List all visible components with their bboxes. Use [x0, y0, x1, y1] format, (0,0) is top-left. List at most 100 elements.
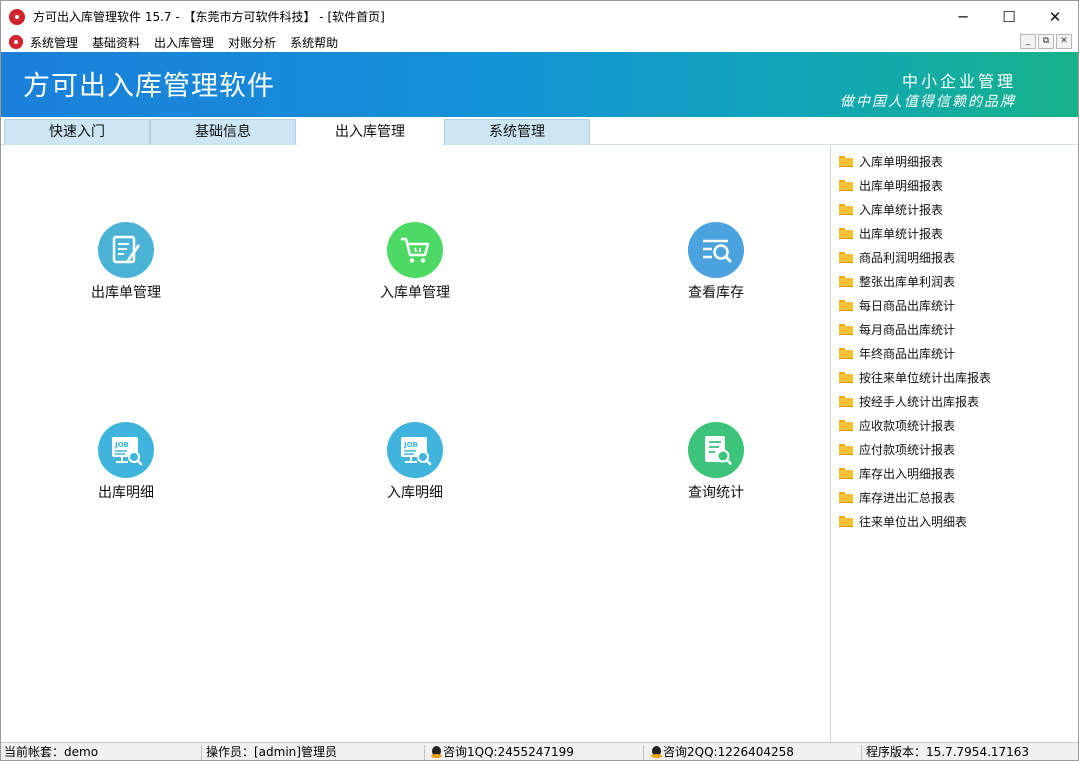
mdi-close-button[interactable]: ✕	[1056, 34, 1072, 49]
query-statistics-button[interactable]: 查询统计	[641, 422, 791, 502]
folder-icon	[839, 251, 853, 263]
report-item-label: 应收款项统计报表	[859, 418, 956, 433]
report-item-label: 每日商品出库统计	[859, 298, 956, 313]
status-qq1-label: 咨询1QQ:2455247199	[443, 745, 574, 759]
report-list-panel: 入库单明细报表 出库单明细报表 入库单统计报表 出库单统计报表 商品利润明细报表…	[830, 146, 1078, 742]
report-item[interactable]: 出库单明细报表	[839, 175, 943, 195]
folder-icon	[839, 203, 853, 215]
outbound-details-button[interactable]: JOB 出库明细	[51, 422, 201, 502]
banner-title: 方可出入库管理软件	[23, 71, 275, 102]
svg-text:JOB: JOB	[403, 441, 418, 449]
report-item[interactable]: 库存出入明细报表	[839, 463, 955, 483]
status-qq2-label: 咨询2QQ:1226404258	[663, 745, 794, 759]
status-account: 当前帐套：demo	[4, 745, 99, 759]
folder-icon	[839, 515, 853, 527]
qq-penguin-icon	[651, 746, 662, 759]
banner-slogan-line1: 中小企业管理	[901, 72, 1016, 91]
title-bar: 方可出入库管理软件 15.7 - 【东莞市方可软件科技】 - [软件首页] ─ …	[1, 1, 1078, 32]
report-item[interactable]: 往来单位出入明细表	[839, 511, 967, 531]
report-item[interactable]: 入库单明细报表	[839, 151, 943, 171]
mdi-minimize-button[interactable]: _	[1020, 34, 1036, 49]
app-logo-icon	[9, 8, 25, 25]
folder-icon	[839, 179, 853, 191]
edit-document-icon	[98, 222, 154, 278]
query-statistics-label: 查询统计	[688, 485, 744, 501]
tab-basic-info[interactable]: 基础信息	[150, 119, 296, 145]
function-area: 出库单管理 入库单管理 查看库存 JOB 出库明细 JOB 入库明细 查询统计	[1, 146, 830, 742]
inbound-order-management-button[interactable]: 入库单管理	[340, 222, 490, 302]
report-item-label: 出库单统计报表	[859, 226, 944, 241]
folder-icon	[839, 275, 853, 287]
window-controls: ─ ☐ ✕	[940, 1, 1078, 32]
menu-reconciliation[interactable]: 对账分析	[221, 34, 283, 51]
qq-penguin-icon	[431, 746, 442, 759]
folder-icon	[839, 155, 853, 167]
status-bar: 当前帐套：demo 操作员：[admin]管理员 咨询1QQ:245524719…	[1, 742, 1078, 760]
status-qq1[interactable]: 咨询1QQ:2455247199	[431, 743, 574, 760]
outbound-order-management-button[interactable]: 出库单管理	[51, 222, 201, 302]
status-qq2[interactable]: 咨询2QQ:1226404258	[651, 743, 794, 760]
status-operator: 操作员：[admin]管理员	[206, 745, 337, 759]
banner-slogan-line2: 做中国人值得信赖的品牌	[840, 94, 1016, 110]
folder-icon	[839, 443, 853, 455]
inbound-details-label: 入库明细	[387, 485, 443, 501]
folder-icon	[839, 371, 853, 383]
report-item[interactable]: 年终商品出库统计	[839, 343, 955, 363]
folder-icon	[839, 323, 853, 335]
maximize-button[interactable]: ☐	[986, 1, 1032, 32]
menu-system-help[interactable]: 系统帮助	[283, 34, 345, 51]
tab-quick-start[interactable]: 快速入门	[4, 119, 150, 145]
menu-system-management[interactable]: 系统管理	[23, 34, 85, 51]
folder-icon	[839, 395, 853, 407]
report-item-label: 库存进出汇总报表	[859, 490, 956, 505]
report-item[interactable]: 应付款项统计报表	[839, 439, 955, 459]
mdi-logo-icon[interactable]	[9, 35, 23, 49]
report-item-label: 库存出入明细报表	[859, 466, 956, 481]
report-search-icon	[688, 422, 744, 478]
minimize-button[interactable]: ─	[940, 1, 986, 32]
report-item[interactable]: 出库单统计报表	[839, 223, 943, 243]
report-item-label: 按经手人统计出库报表	[859, 394, 980, 409]
report-item-label: 按往来单位统计出库报表	[859, 370, 992, 385]
menu-basic-data[interactable]: 基础资料	[85, 34, 147, 51]
report-item[interactable]: 商品利润明细报表	[839, 247, 955, 267]
report-item-label: 应付款项统计报表	[859, 442, 956, 457]
report-item[interactable]: 库存进出汇总报表	[839, 487, 955, 507]
status-version: 程序版本：15.7.7954.17163	[866, 745, 1030, 759]
job-search-icon: JOB	[387, 422, 443, 478]
status-divider	[424, 745, 425, 760]
menu-inout-management[interactable]: 出入库管理	[147, 34, 221, 51]
report-item[interactable]: 应收款项统计报表	[839, 415, 955, 435]
tab-system-management[interactable]: 系统管理	[444, 119, 590, 145]
svg-text:JOB: JOB	[114, 441, 129, 449]
folder-icon	[839, 347, 853, 359]
mdi-controls: _ ⧉ ✕	[1020, 34, 1072, 49]
report-item-label: 年终商品出库统计	[859, 346, 956, 361]
view-inventory-button[interactable]: 查看库存	[641, 222, 791, 302]
mdi-restore-button[interactable]: ⧉	[1038, 34, 1054, 49]
folder-icon	[839, 299, 853, 311]
menu-bar: 系统管理 基础资料 出入库管理 对账分析 系统帮助 _ ⧉ ✕	[1, 32, 1078, 52]
folder-icon	[839, 419, 853, 431]
job-search-icon: JOB	[98, 422, 154, 478]
report-item[interactable]: 整张出库单利润表	[839, 271, 955, 291]
status-divider	[861, 745, 862, 760]
header-banner: 方可出入库管理软件 中小企业管理 做中国人值得信赖的品牌	[1, 52, 1078, 117]
report-item-label: 出库单明细报表	[859, 178, 944, 193]
close-button[interactable]: ✕	[1032, 1, 1078, 32]
report-item[interactable]: 按经手人统计出库报表	[839, 391, 979, 411]
report-item-label: 入库单统计报表	[859, 202, 944, 217]
report-item[interactable]: 每月商品出库统计	[839, 319, 955, 339]
tab-inout-management[interactable]: 出入库管理	[297, 119, 443, 145]
report-item-label: 整张出库单利润表	[859, 274, 956, 289]
report-item-label: 商品利润明细报表	[859, 250, 956, 265]
inbound-order-management-label: 入库单管理	[380, 285, 450, 301]
folder-icon	[839, 491, 853, 503]
view-inventory-label: 查看库存	[688, 285, 744, 301]
report-item[interactable]: 入库单统计报表	[839, 199, 943, 219]
report-item[interactable]: 按往来单位统计出库报表	[839, 367, 991, 387]
report-item[interactable]: 每日商品出库统计	[839, 295, 955, 315]
tab-bar: 快速入门 基础信息 出入库管理 系统管理	[1, 117, 1078, 145]
inbound-details-button[interactable]: JOB 入库明细	[340, 422, 490, 502]
folder-icon	[839, 467, 853, 479]
